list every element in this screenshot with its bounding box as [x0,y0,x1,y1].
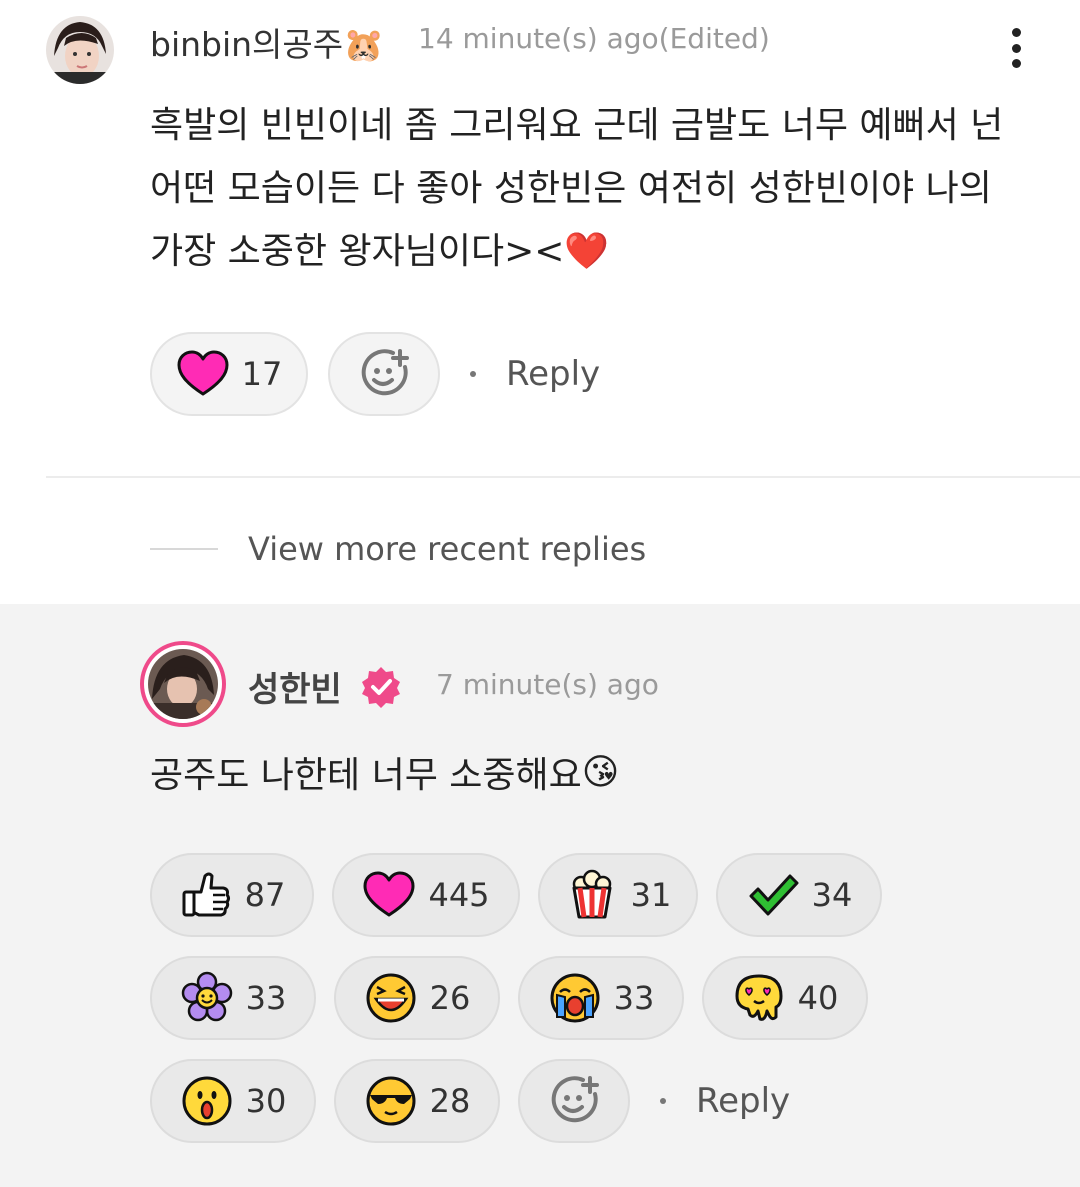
add-emoji-icon [357,347,411,401]
reply: 성한빈 7 minute(s) ago 공주도 나한테 너무 소중해요 😘 87 … [0,604,1080,1187]
reaction-count: 28 [429,1082,471,1120]
reaction-count: 30 [245,1082,287,1120]
add-reaction-button[interactable] [518,1059,630,1143]
reactions-row: 87 445 31 34 [150,853,882,937]
reaction-count: 33 [245,979,287,1017]
like-count: 17 [241,355,283,393]
add-reaction-button[interactable] [328,332,440,416]
flower-icon [180,971,234,1025]
thumbs-up-icon [179,868,233,922]
reply-text-content: 공주도 나한테 너무 소중해요 [150,755,582,796]
reaction-surprised[interactable]: 30 [150,1059,316,1143]
view-more-replies[interactable]: View more recent replies [150,530,646,568]
add-emoji-icon [547,1074,601,1128]
reaction-count: 40 [797,979,839,1017]
reaction-heart-eyes[interactable]: 40 [702,956,868,1040]
reaction-count: 445 [428,876,490,914]
reaction-count: 34 [811,876,853,914]
more-options-icon[interactable] [1000,22,1032,74]
popcorn-icon [565,868,619,922]
reaction-count: 87 [244,876,286,914]
kiss-emoji: 😘 [581,751,620,793]
comment: binbin의공주🐹 14 minute(s) ago(Edited) 흑발의 … [0,0,1080,476]
checkmark-icon [746,868,800,922]
separator-dot [470,371,476,377]
commenter-username[interactable]: binbin의공주🐹 [150,18,384,66]
reaction-laughing[interactable]: 26 [334,956,500,1040]
reply-text: 공주도 나한테 너무 소중해요 😘 [150,746,619,798]
heart-icon [176,347,230,401]
reaction-heart[interactable]: 445 [332,853,520,937]
reaction-crying[interactable]: 33 [518,956,684,1040]
view-more-line [150,548,218,550]
sunglasses-face-icon [364,1074,418,1128]
heart-eyes-melting-icon [732,971,786,1025]
reply-button[interactable]: Reply [696,1081,790,1121]
comment-text: 흑발의 빈빈이네 좀 그리워요 근데 금발도 너무 예뻐서 넌 어떤 모습이든 … [150,105,1004,272]
separator-dot [660,1098,666,1104]
comment-actions: 17 Reply [150,332,600,416]
reaction-checkmark[interactable]: 34 [716,853,882,937]
crying-face-icon [548,971,602,1025]
reaction-count: 33 [613,979,655,1017]
reaction-count: 31 [630,876,672,914]
reaction-count: 26 [429,979,471,1017]
reaction-sunglasses[interactable]: 28 [334,1059,500,1143]
commenter-avatar[interactable] [46,16,114,84]
reaction-thumbs-up[interactable]: 87 [150,853,314,937]
view-more-label[interactable]: View more recent replies [248,530,646,568]
reply-timestamp: 7 minute(s) ago [436,668,659,701]
reactions-row: 33 26 33 40 [150,956,868,1040]
surprised-face-icon [180,1074,234,1128]
reactions-row: 30 28 Reply [150,1059,790,1143]
heart-icon [362,868,416,922]
divider [46,476,1080,478]
replier-username[interactable]: 성한빈 [248,662,342,711]
replier-avatar[interactable] [140,641,226,727]
verified-badge-icon [358,664,404,710]
reply-button[interactable]: Reply [506,354,600,394]
reaction-flower[interactable]: 33 [150,956,316,1040]
reaction-popcorn[interactable]: 31 [538,853,698,937]
comment-timestamp: 14 minute(s) ago(Edited) [418,22,770,55]
laughing-face-icon [364,971,418,1025]
like-reaction-button[interactable]: 17 [150,332,308,416]
